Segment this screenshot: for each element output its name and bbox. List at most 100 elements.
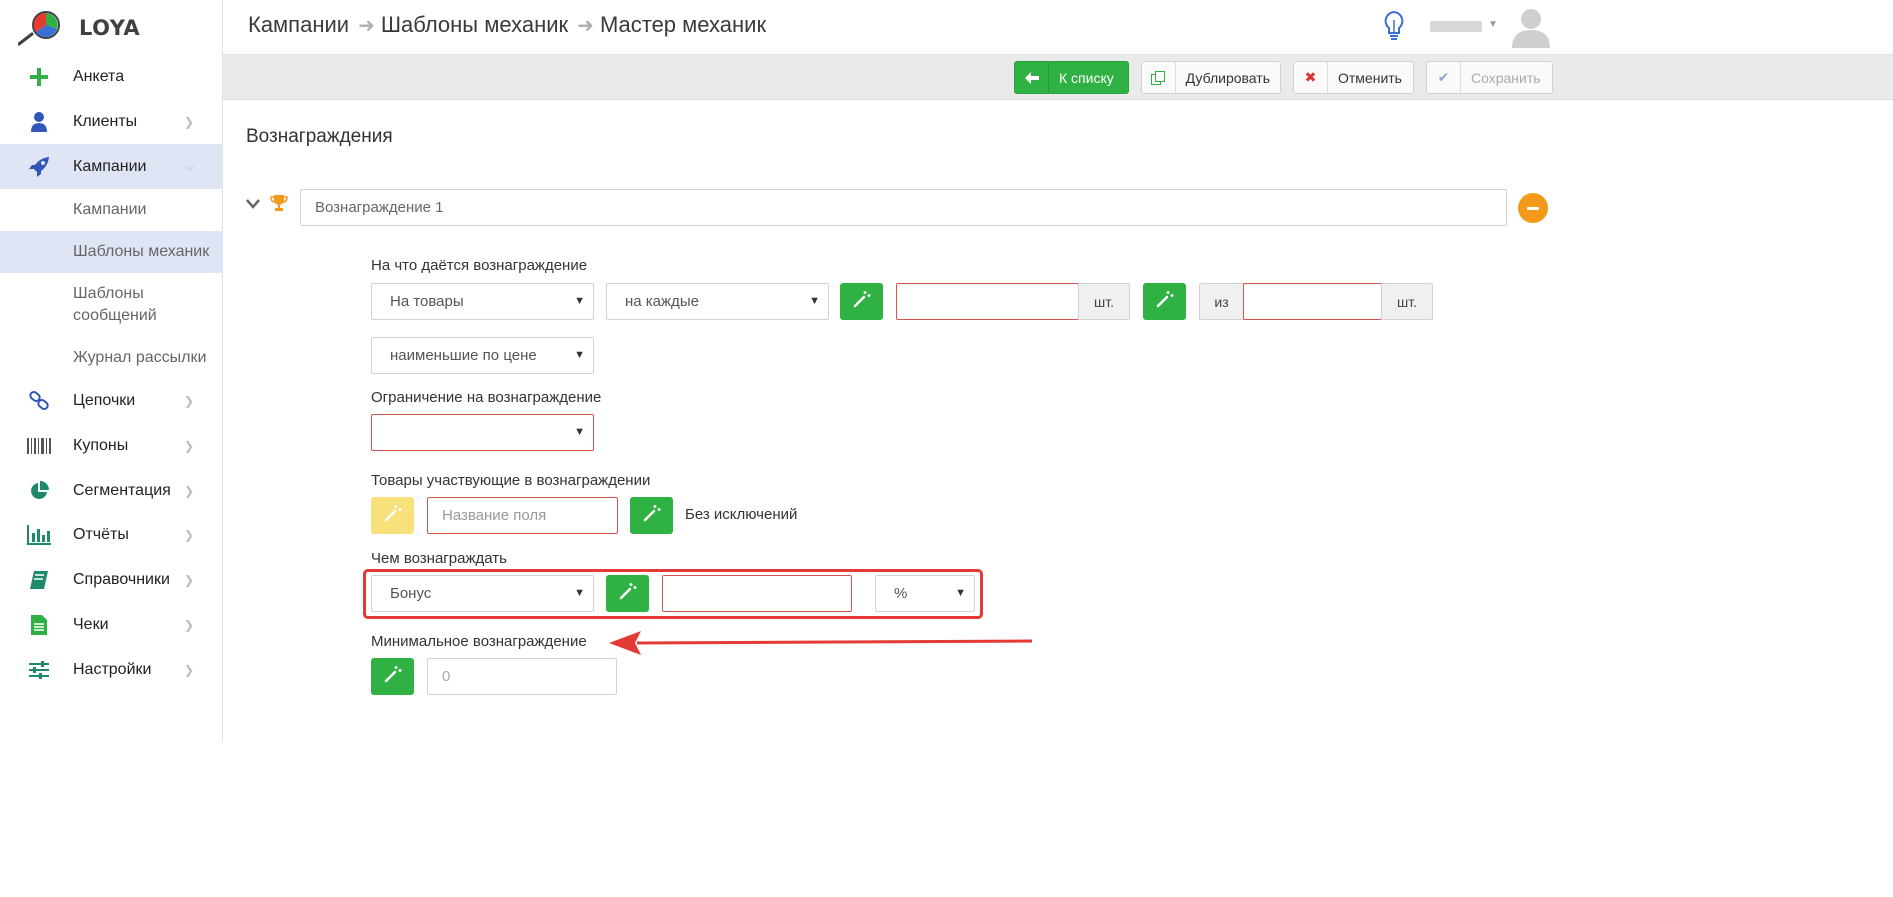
check-icon: ✔ — [1427, 62, 1461, 93]
avatar[interactable] — [1510, 6, 1552, 48]
every-select[interactable]: на каждые ▼ — [606, 283, 829, 320]
reward-amount-input[interactable] — [662, 575, 852, 612]
magic-wand-icon — [643, 504, 661, 527]
sidebar-item-label: Купоны — [73, 437, 129, 455]
submenu-item-campaigns[interactable]: Кампании — [0, 189, 222, 231]
chevron-down-icon: ⌵ — [184, 159, 194, 174]
cancel-button[interactable]: ✖ Отменить — [1293, 61, 1414, 94]
copy-icon — [1142, 62, 1176, 93]
arrow-left-icon — [1015, 62, 1049, 93]
sidebar-item-directories[interactable]: Справочники ❯ — [0, 558, 222, 603]
magic-wand-icon — [384, 504, 402, 527]
sidebar-item-reports[interactable]: Отчёты ❯ — [0, 513, 222, 558]
sidebar-item-label: Настройки — [73, 660, 152, 678]
sidebar-item-receipts[interactable]: Чеки ❯ — [0, 603, 222, 648]
sidebar-item-campaigns[interactable]: Кампании ⌵ — [0, 144, 222, 190]
save-button[interactable]: ✔ Сохранить — [1426, 61, 1553, 94]
receipt-icon — [26, 614, 52, 636]
magic-wand-button[interactable] — [371, 658, 414, 695]
magic-wand-button[interactable] — [1143, 283, 1186, 320]
select-value: наименьшие по цене — [390, 347, 537, 364]
chevron-down-icon[interactable] — [246, 196, 260, 212]
reward-type-select[interactable]: Бонус ▼ — [371, 575, 594, 612]
book-icon — [26, 569, 52, 591]
chevron-right-icon: ❯ — [183, 483, 194, 498]
chevron-right-icon: ❯ — [183, 573, 194, 588]
magic-wand-button-disabled[interactable] — [371, 497, 414, 534]
sidebar-item-label: Кампании — [73, 157, 147, 175]
back-to-list-button[interactable]: К списку — [1014, 61, 1129, 94]
cheapest-select[interactable]: наименьшие по цене ▼ — [371, 337, 594, 374]
logo[interactable]: LOYA — [0, 0, 222, 55]
submenu-item-message-templates[interactable]: Шаблоны сообщений — [0, 273, 213, 337]
breadcrumb-item[interactable]: Шаблоны механик — [381, 12, 568, 38]
select-value: Бонус — [390, 585, 432, 602]
button-label: К списку — [1059, 69, 1114, 86]
section-title: Вознаграждения — [246, 126, 393, 147]
chevron-right-icon: ❯ — [183, 528, 194, 543]
campaigns-submenu: Кампании Шаблоны механик Шаблоны сообщен… — [0, 189, 223, 379]
magic-wand-button[interactable] — [630, 497, 673, 534]
field-name-input[interactable]: Название поля — [427, 497, 618, 534]
every-quantity-input[interactable] — [896, 283, 1079, 320]
sidebar: LOYA Анкета Клиенты ❯ Кампании ⌵ Кампани… — [0, 0, 223, 742]
breadcrumb-item-current: Мастер механик — [599, 12, 767, 37]
reward-unit-select[interactable]: % ▼ — [875, 575, 975, 612]
reward-name-input[interactable]: Вознаграждение 1 — [300, 189, 1507, 226]
reward-with-label: Чем вознаграждать — [371, 550, 507, 567]
limit-select[interactable]: ▼ — [371, 414, 594, 451]
caret-down-icon: ▼ — [574, 295, 585, 307]
chevron-right-icon: ❯ — [183, 617, 194, 632]
sidebar-item-coupons[interactable]: Купоны ❯ — [0, 424, 222, 469]
min-reward-input[interactable]: 0 — [427, 658, 617, 695]
lightbulb-icon[interactable] — [1383, 10, 1405, 42]
chain-icon — [26, 390, 52, 412]
user-icon — [26, 111, 52, 133]
sidebar-item-settings[interactable]: Настройки ❯ — [0, 647, 222, 692]
arrow-annotation — [609, 631, 1033, 655]
sidebar-item-questionnaire[interactable]: Анкета — [0, 55, 222, 100]
minus-icon — [1527, 206, 1539, 210]
min-reward-label: Минимальное вознаграждение — [371, 633, 587, 650]
remove-reward-button[interactable] — [1518, 193, 1548, 223]
select-value: на каждые — [625, 293, 699, 310]
close-icon: ✖ — [1294, 62, 1328, 93]
button-label: Дублировать — [1185, 69, 1270, 86]
pie-chart-icon — [26, 480, 52, 502]
caret-down-icon: ▼ — [809, 295, 820, 307]
plus-icon — [26, 66, 52, 88]
submenu-item-mechanic-templates[interactable]: Шаблоны механик — [0, 231, 223, 274]
breadcrumb-item[interactable]: Кампании — [248, 12, 349, 38]
app-name: LOYA — [79, 15, 141, 40]
button-label: Сохранить — [1471, 69, 1541, 86]
sidebar-item-label: Клиенты — [73, 113, 138, 131]
caret-down-icon: ▼ — [574, 587, 585, 599]
for-what-label: На что даётся вознаграждение — [371, 257, 588, 274]
select-value: % — [894, 585, 908, 602]
target-select[interactable]: На товары ▼ — [371, 283, 594, 320]
submenu-item-mailing-log[interactable]: Журнал рассылки — [0, 337, 213, 379]
magic-wand-icon — [619, 582, 637, 605]
chevron-right-icon: ❯ — [183, 662, 194, 677]
arrow-right-icon: ➜ — [358, 14, 375, 37]
sidebar-item-clients[interactable]: Клиенты ❯ — [0, 100, 222, 145]
limit-label: Ограничение на вознаграждение — [371, 389, 602, 406]
magic-wand-icon — [1156, 290, 1174, 313]
magic-wand-button[interactable] — [606, 575, 649, 612]
sidebar-item-label: Чеки — [73, 615, 109, 633]
action-toolbar: К списку Дублировать ✖ Отменить ✔ Сохран… — [223, 55, 1893, 100]
duplicate-button[interactable]: Дублировать — [1141, 61, 1281, 94]
sidebar-item-label: Справочники — [73, 571, 170, 589]
from-addon: из — [1199, 283, 1244, 320]
from-quantity-input[interactable] — [1243, 283, 1382, 320]
magic-wand-icon — [853, 290, 871, 313]
caret-down-icon: ▼ — [574, 426, 585, 438]
arrow-right-icon: ➜ — [577, 14, 594, 37]
magic-wand-button[interactable] — [840, 283, 883, 320]
sidebar-item-segmentation[interactable]: Сегментация ❯ — [0, 468, 222, 513]
sidebar-item-chains[interactable]: Цепочки ❯ — [0, 379, 222, 424]
caret-down-icon[interactable]: ▼ — [1488, 19, 1498, 30]
unit-addon: шт. — [1381, 283, 1433, 320]
user-name-redacted[interactable] — [1430, 21, 1482, 32]
bar-chart-icon — [26, 524, 52, 546]
